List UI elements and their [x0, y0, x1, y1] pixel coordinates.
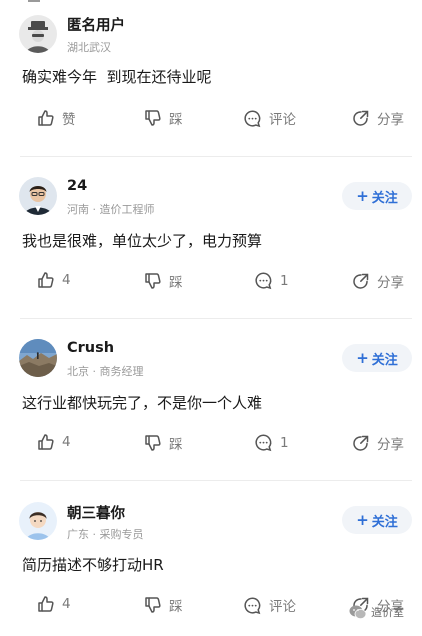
watermark-text: 造价室: [371, 606, 404, 619]
plus-icon: +: [356, 510, 369, 529]
comment-bubble-icon: [244, 109, 261, 127]
follow-button[interactable]: + 关注: [342, 506, 412, 534]
share-button[interactable]: 分享: [351, 433, 404, 453]
like-count: 4: [62, 272, 71, 288]
avatar[interactable]: [19, 339, 57, 377]
like-label: 赞: [62, 112, 76, 128]
thumbs-down-icon: [145, 273, 161, 289]
avatar[interactable]: [19, 502, 57, 540]
divider: [20, 156, 412, 157]
follow-label: 关注: [371, 190, 398, 206]
follow-label: 关注: [371, 352, 398, 368]
comment-count: 1: [280, 272, 289, 289]
comment-bubble-icon: [255, 434, 272, 452]
user-meta: 河南 · 造价工程师: [67, 203, 155, 216]
like-button[interactable]: 4: [37, 433, 71, 451]
comment-label: 评论: [269, 112, 296, 128]
comment-button[interactable]: 评论: [243, 108, 296, 128]
user-name[interactable]: 朝三暮你: [67, 502, 125, 523]
follow-button[interactable]: + 关注: [342, 344, 412, 372]
anonymous-avatar-icon: [19, 15, 57, 53]
comment-button[interactable]: 1: [254, 433, 289, 452]
comment-text: 简历描述不够打动HR: [22, 556, 164, 574]
comment-item: Crush 北京 · 商务经理 + 关注 这行业都快玩完了，不是你一个人难 4 …: [0, 320, 422, 482]
thumbs-up-icon: [38, 434, 54, 450]
thumbs-up-icon: [38, 110, 54, 126]
comment-count: 1: [280, 434, 289, 451]
comment-item: 24 河南 · 造价工程师 + 关注 我也是很难，单位太少了，电力预算 4 踩 …: [0, 158, 422, 320]
comment-text: 确实难今年 到现在还待业呢: [22, 68, 212, 86]
dislike-label: 踩: [169, 112, 183, 128]
user-name[interactable]: 24: [67, 178, 87, 194]
dislike-button[interactable]: 踩: [144, 595, 183, 615]
like-button[interactable]: 4: [37, 271, 71, 289]
comment-text: 我也是很难，单位太少了，电力预算: [22, 232, 263, 250]
like-button[interactable]: 4: [37, 595, 71, 613]
plus-icon: +: [356, 186, 369, 205]
divider: [20, 480, 412, 481]
user-meta: 北京 · 商务经理: [67, 365, 144, 378]
dislike-button[interactable]: 踩: [144, 108, 183, 128]
follow-label: 关注: [371, 514, 398, 530]
share-button[interactable]: 分享: [351, 108, 404, 128]
comment-bubble-icon: [255, 272, 272, 290]
share-label: 分享: [377, 275, 404, 291]
thumbs-down-icon: [145, 435, 161, 451]
avatar[interactable]: [19, 15, 57, 53]
landscape-photo-avatar-icon: [19, 339, 57, 377]
thumbs-down-icon: [145, 110, 161, 126]
dislike-label: 踩: [169, 599, 183, 615]
plus-icon: +: [356, 348, 369, 367]
dislike-button[interactable]: 踩: [144, 433, 183, 453]
user-photo-avatar-icon: [19, 177, 57, 215]
like-button[interactable]: 赞: [37, 108, 76, 128]
thumbs-up-icon: [38, 596, 54, 612]
share-icon: [353, 435, 369, 451]
comment-bubble-icon: [244, 596, 261, 614]
dislike-label: 踩: [169, 275, 183, 291]
thumbs-down-icon: [145, 597, 161, 613]
comment-text: 这行业都快玩完了，不是你一个人难: [22, 394, 263, 412]
like-count: 4: [62, 434, 71, 450]
like-count: 4: [62, 596, 71, 612]
dislike-button[interactable]: 踩: [144, 271, 183, 291]
user-name[interactable]: 匿名用户: [67, 14, 125, 35]
comment-label: 评论: [269, 599, 296, 615]
share-button[interactable]: 分享: [351, 271, 404, 291]
wechat-logo-icon: [349, 605, 367, 619]
follow-button[interactable]: + 关注: [342, 182, 412, 210]
comment-item: 匿名用户 湖北武汉 确实难今年 到现在还待业呢 赞 踩 评论 分享: [0, 0, 422, 158]
divider: [20, 318, 412, 319]
user-name[interactable]: Crush: [67, 340, 114, 356]
share-label: 分享: [377, 112, 404, 128]
cartoon-avatar-icon: [19, 502, 57, 540]
thumbs-up-icon: [38, 272, 54, 288]
comment-button[interactable]: 评论: [243, 595, 296, 615]
avatar[interactable]: [19, 177, 57, 215]
user-meta: 湖北武汉: [67, 41, 111, 54]
share-icon: [353, 110, 369, 126]
comment-button[interactable]: 1: [254, 271, 289, 290]
dislike-label: 踩: [169, 437, 183, 453]
share-label: 分享: [377, 437, 404, 453]
user-meta: 广东 · 采购专员: [67, 528, 144, 541]
watermark: 造价室: [349, 604, 404, 620]
share-icon: [353, 273, 369, 289]
